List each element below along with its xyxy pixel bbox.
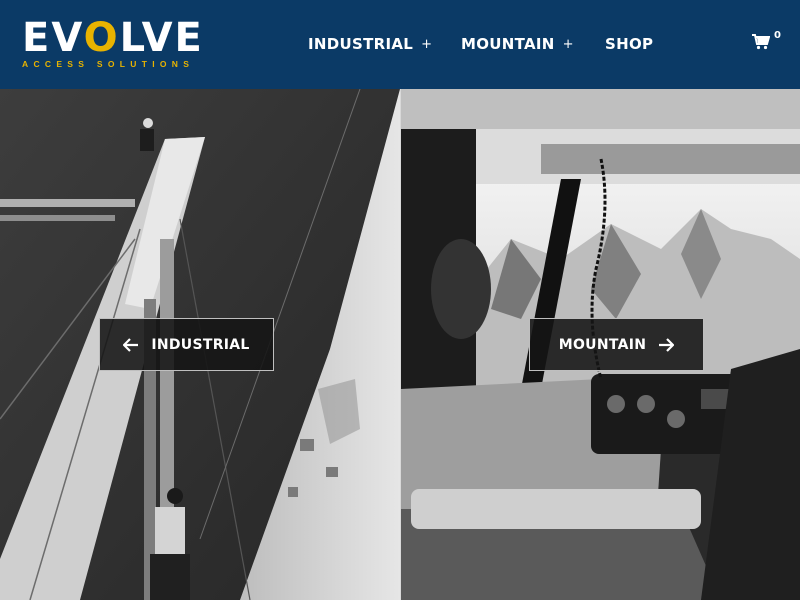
- cart-icon: [752, 34, 770, 50]
- nav-item-mountain[interactable]: MOUNTAIN +: [461, 33, 574, 55]
- nav-item-shop[interactable]: SHOP: [605, 33, 653, 55]
- arrow-right-icon: [659, 337, 675, 352]
- arrow-left-icon: [123, 337, 139, 352]
- plus-icon[interactable]: +: [563, 37, 574, 52]
- mountain-button-label: MOUNTAIN: [558, 336, 647, 353]
- nav-item-industrial[interactable]: INDUSTRIAL +: [308, 33, 432, 55]
- nav-label-shop: SHOP: [605, 35, 654, 53]
- logo-tagline: ACCESS SOLUTIONS: [22, 59, 195, 69]
- cart-count: 0: [774, 30, 781, 41]
- industrial-button[interactable]: INDUSTRIAL: [99, 318, 274, 371]
- mountain-panel[interactable]: MOUNTAIN: [401, 89, 800, 600]
- industrial-button-label: INDUSTRIAL: [151, 336, 250, 353]
- plus-icon[interactable]: +: [421, 37, 432, 52]
- mountain-button[interactable]: MOUNTAIN: [529, 318, 704, 371]
- site-header: EVOLVE ACCESS SOLUTIONS INDUSTRIAL + MOU…: [0, 0, 800, 89]
- cart-button[interactable]: 0: [752, 30, 784, 56]
- industrial-panel[interactable]: INDUSTRIAL: [0, 89, 400, 600]
- nav-label-industrial: INDUSTRIAL: [308, 35, 414, 53]
- logo-wordmark: EVOLVE: [22, 15, 204, 61]
- nav-label-mountain: MOUNTAIN: [461, 35, 555, 53]
- evolve-logo[interactable]: EVOLVE ACCESS SOLUTIONS: [22, 18, 212, 70]
